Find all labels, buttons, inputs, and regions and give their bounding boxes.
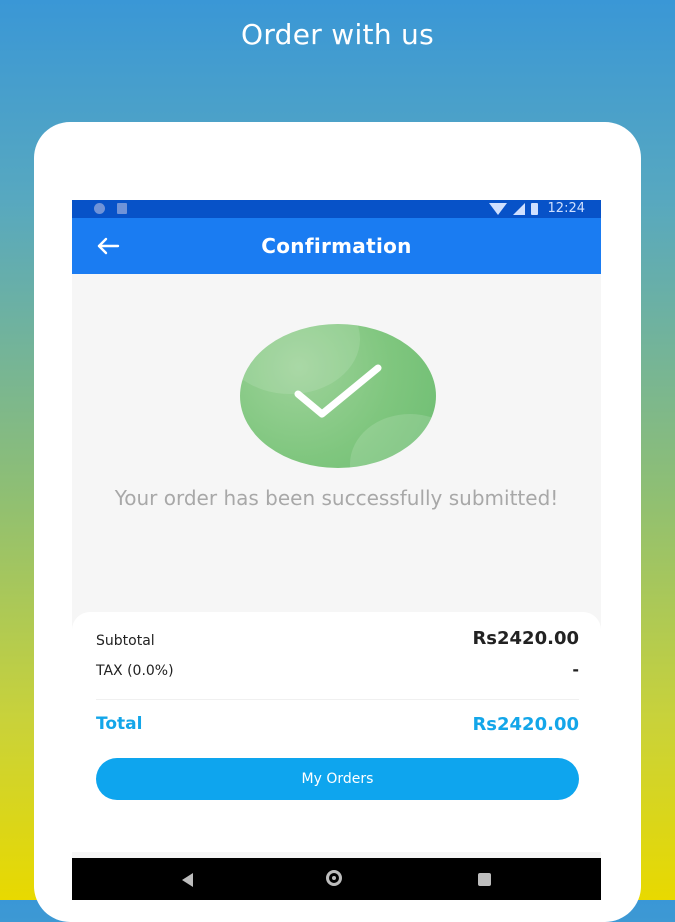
status-right-icons: 12:24 (488, 201, 585, 216)
decorative-bubble (350, 414, 436, 468)
signal-icon (512, 202, 525, 215)
sd-card-icon (117, 203, 127, 214)
total-label: Total (96, 714, 143, 734)
subtotal-value: Rs2420.00 (472, 628, 579, 649)
notification-dot-icon (94, 203, 105, 214)
divider (96, 699, 579, 700)
wifi-icon (488, 202, 507, 215)
order-summary-card: Subtotal Rs2420.00 TAX (0.0%) - Total Rs… (72, 612, 601, 852)
checkmark-icon (294, 364, 382, 418)
nav-back-icon[interactable] (182, 873, 193, 887)
system-nav-bar (72, 858, 601, 900)
checkmark-circle-icon (240, 324, 436, 468)
app-bar: Confirmation (72, 218, 601, 274)
nav-recents-icon[interactable] (478, 873, 491, 886)
page-title: Confirmation (261, 234, 412, 258)
status-time: 12:24 (547, 201, 585, 216)
my-orders-button[interactable]: My Orders (96, 758, 579, 800)
battery-icon (530, 202, 538, 215)
success-message: Your order has been successfully submitt… (114, 486, 559, 510)
promo-headline: Order with us (240, 18, 434, 51)
status-bar: 12:24 (72, 200, 601, 218)
subtotal-label: Subtotal (96, 633, 155, 649)
status-left-icons (94, 203, 127, 214)
nav-home-icon[interactable] (326, 870, 342, 886)
total-value: Rs2420.00 (472, 714, 579, 735)
tax-value: - (572, 660, 579, 679)
tax-label: TAX (0.0%) (96, 663, 174, 679)
app-screen: 12:24 Confirmation Your order has been s… (72, 200, 601, 900)
